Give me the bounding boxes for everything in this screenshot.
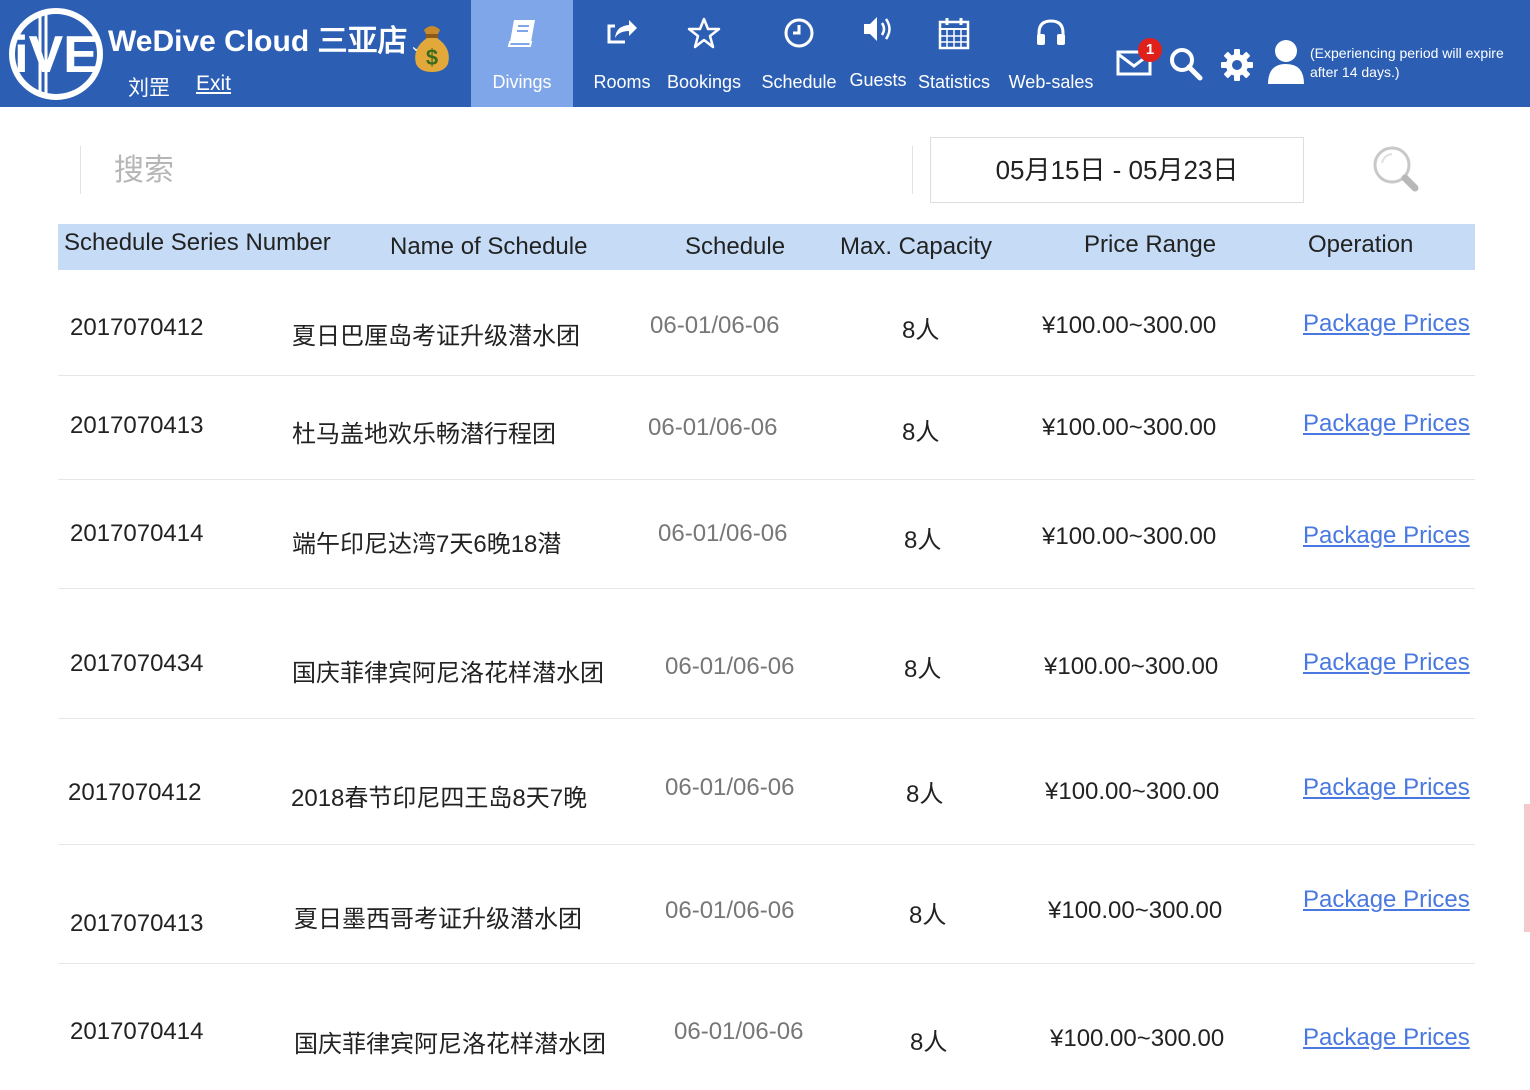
schedule-dates: 06-01/06-06 [648,414,778,441]
table-row: 2017070434 国庆菲律宾阿尼洛花样潜水团 06-01/06-06 8人 … [58,589,1475,719]
max-capacity: 8人 [902,419,940,446]
schedule-dates: 06-01/06-06 [665,653,795,680]
schedule-name: 国庆菲律宾阿尼洛花样潜水团 [294,1031,606,1058]
user-name: 刘罡 [128,77,170,100]
table-row: 2017070414 国庆菲律宾阿尼洛花样潜水团 06-01/06-06 8人 … [58,964,1475,1089]
table-row: 2017070412 夏日巴厘岛考证升级潜水团 06-01/06-06 8人 ¥… [58,270,1475,376]
series-number: 2017070413 [70,910,204,937]
nav-statistics[interactable]: Statistics [914,0,994,107]
series-number: 2017070414 [70,1018,204,1045]
price-range: ¥100.00~300.00 [1042,312,1217,339]
max-capacity: 8人 [906,781,944,808]
clock-icon [784,18,814,48]
date-range-picker[interactable]: 05月15日 - 05月23日 [930,137,1304,203]
schedule-dates: 06-01/06-06 [650,312,780,339]
table-header: Schedule Series Number Name of Schedule … [58,224,1475,270]
table-row: 2017070414 端午印尼达湾7天6晚18潜 06-01/06-06 8人 … [58,480,1475,589]
gear-icon[interactable] [1220,48,1254,82]
price-range: ¥100.00~300.00 [1042,523,1217,550]
book-icon [507,20,535,47]
schedule-name: 夏日巴厘岛考证升级潜水团 [292,323,580,350]
column-header: Operation [1308,231,1414,258]
max-capacity: 8人 [904,656,942,683]
column-header: Max. Capacity [840,233,993,260]
nav-rooms[interactable]: Rooms [588,0,656,107]
nav-schedule[interactable]: Schedule [758,0,840,107]
store-name: 三亚店 [317,25,408,58]
schedule-dates: 06-01/06-06 [658,520,788,547]
price-range: ¥100.00~300.00 [1044,653,1219,680]
package-prices-link[interactable]: Package Prices [1303,1024,1470,1052]
series-number: 2017070412 [70,314,204,341]
headphones-icon [1037,19,1065,45]
series-number: 2017070414 [70,520,204,547]
search-input[interactable] [90,140,916,202]
speaker-icon [864,17,891,41]
table-row: 2017070413 杜马盖地欢乐畅潜行程团 06-01/06-06 8人 ¥1… [58,376,1475,480]
column-header: Schedule Series Number [64,229,331,256]
column-header: Name of Schedule [390,233,588,260]
share-icon [607,20,637,44]
svg-text:iVE: iVE [14,26,98,84]
nav-label: Schedule [761,72,837,92]
dive-logo: iVE [9,8,103,100]
column-header: Schedule [685,233,786,260]
schedule-name: 2018春节印尼四王岛8天7晚 [291,785,588,812]
price-range: ¥100.00~300.00 [1045,778,1220,805]
divider [912,146,913,194]
package-prices-link[interactable]: Package Prices [1303,649,1470,677]
trial-expire-note: (Experiencing period will expire after 1… [1310,45,1504,80]
series-number: 2017070434 [70,650,204,677]
column-header: Price Range [1084,231,1217,258]
nav-label: Divings [492,72,552,92]
brand-title[interactable]: WeDive Cloud 三亚店 ⌄ [108,16,423,60]
search-icon[interactable] [1370,143,1422,195]
price-range: ¥100.00~300.00 [1050,1025,1225,1052]
schedule-name: 杜马盖地欢乐畅潜行程团 [292,421,556,448]
package-prices-link[interactable]: Package Prices [1303,310,1470,338]
schedule-dates: 06-01/06-06 [674,1018,804,1045]
schedule-name: 国庆菲律宾阿尼洛花样潜水团 [292,660,604,687]
max-capacity: 8人 [910,1029,948,1056]
scrollbar-indicator[interactable] [1524,804,1530,932]
nav-bookings[interactable]: Bookings [664,0,744,107]
series-number: 2017070412 [68,779,202,806]
svg-text:$: $ [426,45,438,70]
package-prices-link[interactable]: Package Prices [1303,410,1470,438]
calendar-icon [938,18,970,50]
nav-label: Statistics [917,72,991,92]
divider [80,146,81,194]
series-number: 2017070413 [70,412,204,439]
star-icon [687,17,721,49]
exit-link[interactable]: Exit [196,72,231,96]
nav-label: Rooms [593,72,651,92]
top-navbar: iVE WeDive Cloud 三亚店 ⌄ $ 刘罡 Exit Divings … [0,0,1530,107]
nav-guests[interactable]: Guests [848,0,908,107]
money-bag-icon[interactable]: $ [410,20,454,74]
nav-web-sales[interactable]: Web-sales [1006,0,1096,107]
max-capacity: 8人 [904,527,942,554]
brand-name: WeDive Cloud [108,25,310,58]
schedule-dates: 06-01/06-06 [665,774,795,801]
nav-label: Bookings [666,72,742,92]
schedule-name: 夏日墨西哥考证升级潜水团 [294,906,582,933]
price-range: ¥100.00~300.00 [1042,414,1217,441]
search-icon[interactable] [1168,46,1204,82]
package-prices-link[interactable]: Package Prices [1303,522,1470,550]
user-avatar-icon[interactable] [1266,38,1306,86]
nav-divings[interactable]: Divings [471,0,573,107]
price-range: ¥100.00~300.00 [1048,897,1223,924]
nav-label: Guests [849,70,907,90]
schedule-name: 端午印尼达湾7天6晚18潜 [292,531,562,558]
nav-label: Web-sales [1008,72,1094,92]
schedule-dates: 06-01/06-06 [665,897,795,924]
package-prices-link[interactable]: Package Prices [1303,774,1470,802]
table-row: 2017070412 2018春节印尼四王岛8天7晚 06-01/06-06 8… [58,719,1475,845]
max-capacity: 8人 [909,902,947,929]
table-row: 2017070413 夏日墨西哥考证升级潜水团 06-01/06-06 8人 ¥… [58,845,1475,964]
max-capacity: 8人 [902,317,940,344]
notification-badge: 1 [1138,38,1162,62]
package-prices-link[interactable]: Package Prices [1303,886,1470,914]
